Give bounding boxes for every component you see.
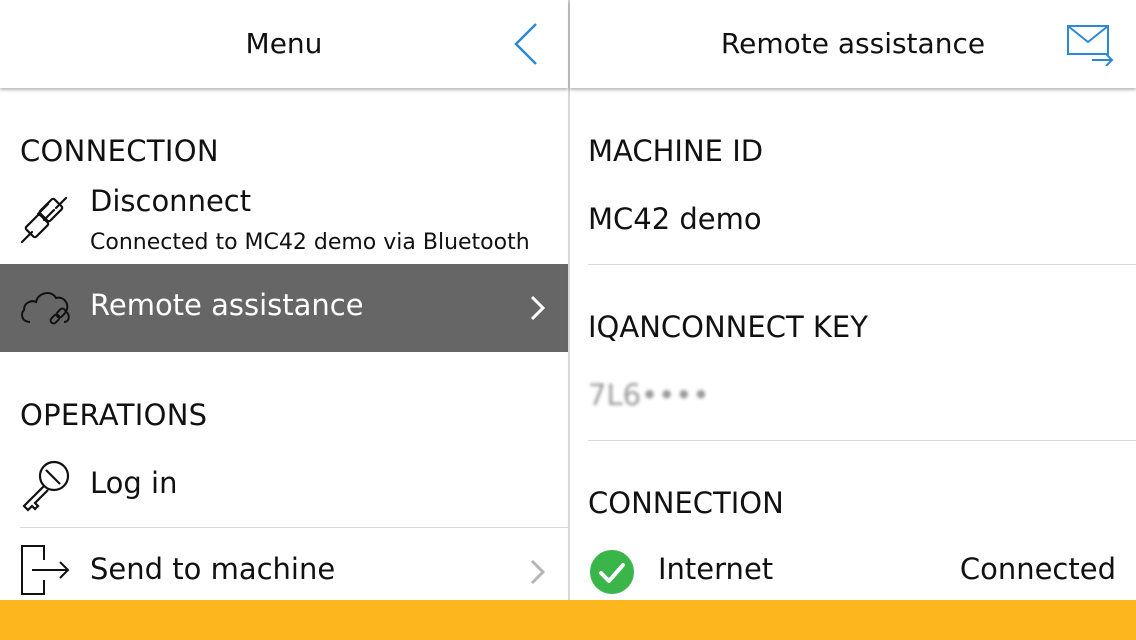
key-icon: [22, 460, 70, 512]
footer-bar: [0, 600, 1136, 640]
remote-assistance-label: Remote assistance: [90, 288, 364, 322]
menu-item-disconnect[interactable]: Disconnect Connected to MC42 demo via Bl…: [0, 180, 568, 264]
menu-item-login[interactable]: Log in: [0, 444, 568, 526]
chevron-right-icon: [530, 559, 546, 585]
menu-header: Menu: [0, 0, 568, 88]
send-to-icon: [21, 545, 70, 595]
connection-heading: CONNECTION: [20, 134, 219, 168]
cloud-link-icon: [21, 292, 70, 325]
status-value: Connected: [959, 552, 1116, 586]
divider-line: [588, 264, 1136, 265]
connection-heading: CONNECTION: [588, 486, 784, 520]
login-label: Log in: [90, 466, 178, 500]
menu-item-remote-assistance[interactable]: Remote assistance: [0, 264, 568, 352]
machine-id-label: MACHINE ID: [588, 134, 764, 168]
menu-item-send-to-machine[interactable]: Send to machine: [0, 528, 568, 600]
plug-icon: [20, 196, 68, 244]
send-mail-button[interactable]: [1066, 24, 1116, 67]
remote-title: Remote assistance: [720, 27, 986, 60]
send-to-machine-label: Send to machine: [90, 552, 336, 586]
iqanconnect-key-value: 7L6••••: [588, 378, 710, 412]
check-circle-icon: [590, 550, 634, 594]
remote-header: Remote assistance: [570, 0, 1136, 88]
disconnect-label: Disconnect: [90, 184, 252, 218]
back-button[interactable]: [506, 20, 546, 68]
remote-assistance-panel: Remote assistance MACHINE ID MC42 demo I…: [570, 0, 1136, 600]
mail-send-icon: [1067, 25, 1114, 67]
chevron-left-icon: [514, 23, 537, 65]
iqanconnect-key-label: IQANCONNECT KEY: [588, 310, 868, 344]
operations-heading: OPERATIONS: [20, 398, 208, 432]
menu-title: Menu: [245, 27, 323, 60]
disconnect-sublabel: Connected to MC42 demo via Bluetooth: [90, 230, 530, 255]
machine-id-value: MC42 demo: [588, 202, 762, 236]
status-row-internet: Internet Connected: [570, 540, 1136, 600]
divider-line: [588, 440, 1136, 441]
chevron-right-icon: [530, 295, 546, 321]
status-name: Internet: [658, 552, 774, 586]
menu-panel: Menu CONNECTION Disconnect Connected to …: [0, 0, 568, 600]
